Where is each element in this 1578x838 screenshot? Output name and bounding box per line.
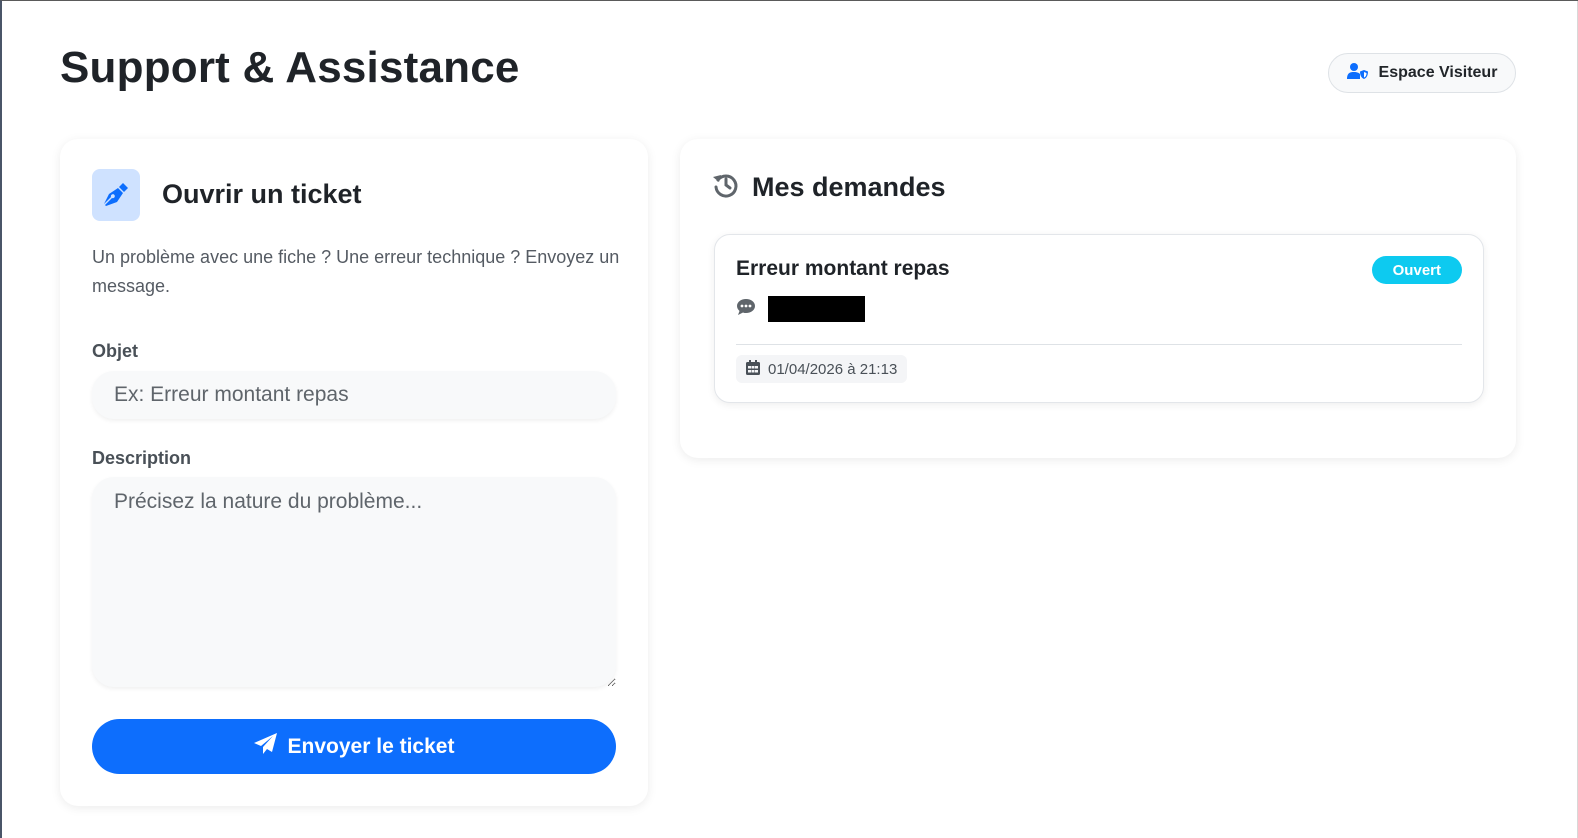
requests-card: Mes demandes Erreur montant repas Ouvert: [680, 139, 1516, 458]
calendar-icon: [746, 359, 760, 379]
description-label: Description: [92, 448, 192, 468]
user-shield-icon: [1346, 62, 1369, 85]
visitor-space-button[interactable]: Espace Visiteur: [1328, 53, 1516, 93]
status-badge: Ouvert: [1371, 256, 1462, 284]
ticket-date: 01/04/2026 à 21:13: [768, 360, 898, 378]
history-icon: [712, 171, 740, 204]
divider: [736, 344, 1462, 345]
ticket-form-card: Ouvrir un ticket Un problème avec une fi…: [60, 139, 648, 806]
subject-label: Objet: [92, 341, 139, 361]
ticket-form-title: Ouvrir un ticket: [162, 179, 362, 209]
page-title: Support & Assistance: [60, 43, 520, 92]
send-ticket-label: Envoyer le ticket: [287, 734, 455, 758]
ticket-card[interactable]: Erreur montant repas Ouvert 01/04/2026 à…: [714, 234, 1484, 403]
requests-title: Mes demandes: [752, 172, 946, 202]
pen-nib-icon: [92, 169, 140, 221]
ticket-title: Erreur montant repas: [736, 257, 950, 280]
paper-plane-icon: [253, 732, 278, 761]
send-ticket-button[interactable]: Envoyer le ticket: [92, 719, 616, 774]
redacted-message: [768, 296, 865, 322]
date-chip: 01/04/2026 à 21:13: [736, 355, 908, 383]
subject-input[interactable]: [92, 371, 616, 419]
comment-dots-icon: [736, 298, 756, 321]
description-textarea[interactable]: [92, 477, 616, 687]
visitor-space-label: Espace Visiteur: [1378, 64, 1498, 81]
ticket-form-intro: Un problème avec une fiche ? Une erreur …: [92, 247, 620, 296]
